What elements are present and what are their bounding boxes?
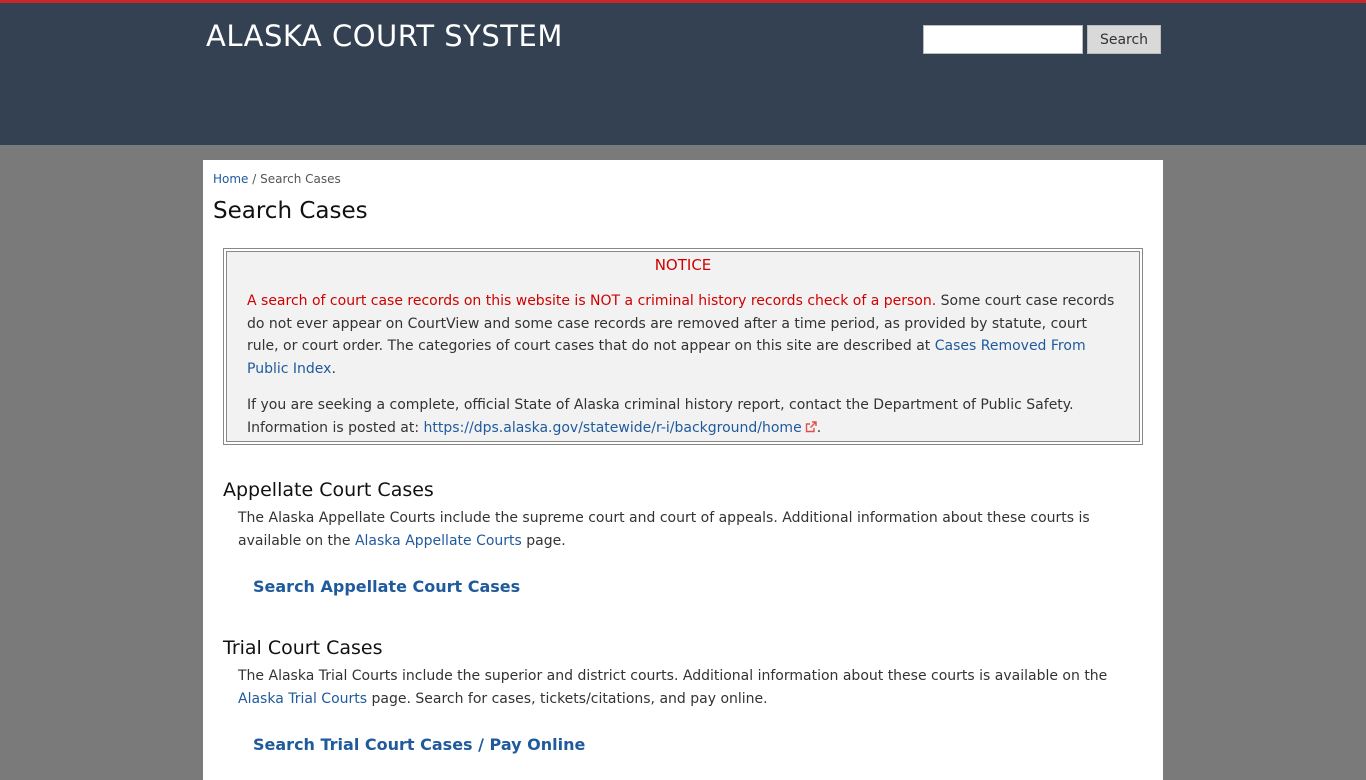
appellate-heading: Appellate Court Cases bbox=[223, 479, 434, 501]
dps-link-text: https://dps.alaska.gov/statewide/r-i/bac… bbox=[423, 419, 802, 436]
appellate-courts-link[interactable]: Alaska Appellate Courts bbox=[355, 533, 522, 549]
trial-section: Trial Court Cases The Alaska Trial Court… bbox=[223, 637, 1143, 754]
notice-warning: A search of court case records on this w… bbox=[247, 293, 937, 309]
main-content: Home / Search Cases Search Cases NOTICE … bbox=[203, 160, 1163, 780]
search-appellate-cases-link[interactable]: Search Appellate Court Cases bbox=[253, 577, 520, 596]
search-input[interactable] bbox=[923, 25, 1083, 54]
trial-heading: Trial Court Cases bbox=[223, 637, 383, 659]
external-link-icon bbox=[805, 420, 817, 432]
site-title-link[interactable]: ALASKA COURT SYSTEM bbox=[206, 19, 563, 53]
notice-box: NOTICE A search of court case records on… bbox=[223, 248, 1143, 445]
breadcrumb-separator: / bbox=[248, 172, 261, 186]
page-title: Search Cases bbox=[213, 198, 368, 224]
search-button[interactable]: Search bbox=[1087, 25, 1161, 54]
search-trial-cases-link[interactable]: Search Trial Court Cases / Pay Online bbox=[253, 735, 585, 754]
appellate-section: Appellate Court Cases The Alaska Appella… bbox=[223, 479, 1143, 596]
trial-description: The Alaska Trial Courts include the supe… bbox=[238, 665, 1143, 710]
breadcrumb-current: Search Cases bbox=[260, 172, 341, 186]
notice-title: NOTICE bbox=[654, 256, 712, 274]
trial-courts-link[interactable]: Alaska Trial Courts bbox=[238, 691, 367, 707]
trial-text-2: page. Search for cases, tickets/citation… bbox=[367, 690, 768, 707]
appellate-description: The Alaska Appellate Courts include the … bbox=[238, 507, 1143, 552]
breadcrumb: Home / Search Cases bbox=[213, 172, 1153, 186]
site-search: Search bbox=[923, 25, 1161, 54]
trial-text-1: The Alaska Trial Courts include the supe… bbox=[238, 668, 1108, 684]
breadcrumb-home-link[interactable]: Home bbox=[213, 172, 248, 186]
notice-period-1: . bbox=[331, 360, 336, 377]
notice-paragraph-2: If you are seeking a complete, official … bbox=[247, 394, 1119, 439]
dps-background-link[interactable]: https://dps.alaska.gov/statewide/r-i/bac… bbox=[424, 420, 817, 436]
notice-inner: NOTICE A search of court case records on… bbox=[226, 251, 1140, 442]
appellate-text-2: page. bbox=[521, 532, 566, 549]
notice-paragraph-1: A search of court case records on this w… bbox=[247, 290, 1119, 380]
notice-period-2: . bbox=[816, 419, 822, 436]
site-header: ALASKA COURT SYSTEM Search bbox=[0, 0, 1366, 145]
